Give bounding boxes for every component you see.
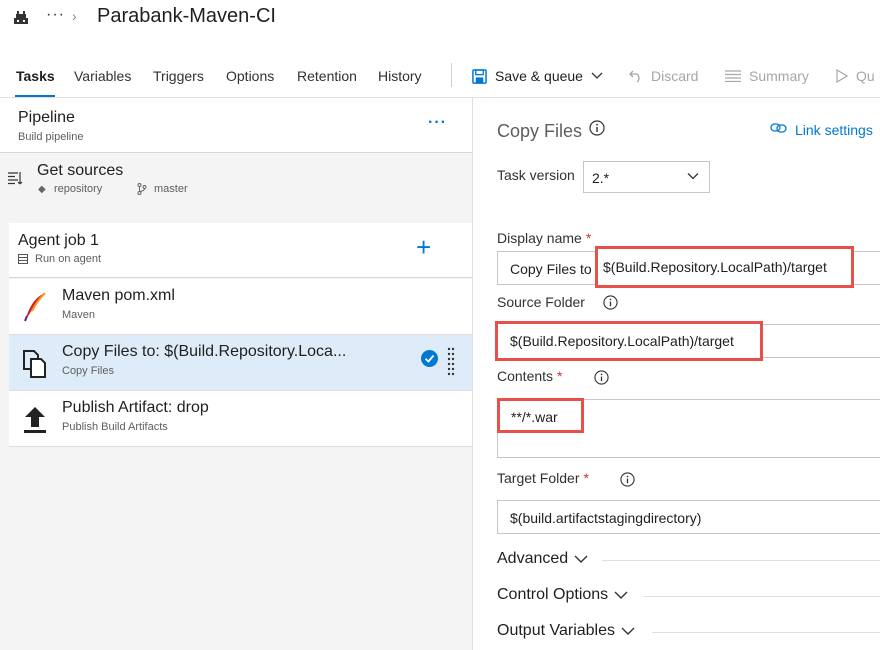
copy-files-icon: [23, 350, 46, 378]
save-and-queue-label: Save & queue: [495, 68, 583, 84]
required-marker: *: [557, 368, 563, 384]
task-title: Maven pom.xml: [62, 287, 175, 304]
task-title: Publish Artifact: drop: [62, 399, 209, 416]
section-advanced-label: Advanced: [497, 550, 569, 567]
discard-label: Discard: [651, 68, 699, 84]
agent-job-title: Agent job 1: [18, 232, 99, 249]
task-version-value: 2.*: [592, 170, 610, 186]
contents-label: Contents *: [497, 368, 563, 384]
pipeline-more-icon[interactable]: ···: [428, 114, 447, 132]
section-control-options-label: Control Options: [497, 586, 609, 603]
chevron-down-icon: [614, 591, 628, 599]
source-folder-value: $(Build.Repository.LocalPath)/target: [510, 333, 734, 349]
get-sources-repo: repository: [54, 183, 103, 195]
build-pipeline-icon: [14, 11, 28, 24]
chevron-down-icon: [687, 173, 699, 180]
task-version-label: Task version: [497, 167, 575, 183]
section-divider: [602, 560, 880, 561]
target-folder-value: $(build.artifactstagingdirectory): [510, 510, 702, 526]
page-title: Parabank-Maven-CI: [97, 5, 276, 27]
save-icon: [472, 68, 487, 84]
queue-button[interactable]: Qu: [836, 68, 875, 84]
agent-server-icon: [18, 254, 28, 264]
tab-variables[interactable]: Variables: [74, 68, 131, 84]
more-actions-icon[interactable]: ···: [46, 6, 65, 24]
task-subtitle: Copy Files: [62, 365, 114, 377]
task-subtitle: Publish Build Artifacts: [62, 421, 168, 433]
play-icon: [836, 69, 848, 83]
discard-button[interactable]: Discard: [629, 68, 698, 84]
task-item-maven[interactable]: Maven pom.xml Maven: [9, 279, 472, 335]
pipeline-title: Pipeline: [18, 109, 75, 126]
target-folder-label: Target Folder *: [497, 470, 589, 486]
chevron-down-icon: [574, 555, 588, 563]
repository-icon: ◆: [38, 184, 46, 195]
add-task-icon[interactable]: +: [416, 234, 431, 260]
required-marker: *: [583, 470, 589, 486]
source-folder-highlight: $(Build.Repository.LocalPath)/target: [495, 321, 763, 361]
task-item-copy-files[interactable]: Copy Files to: $(Build.Repository.Loca..…: [9, 335, 472, 391]
required-marker: *: [585, 230, 592, 246]
summary-button[interactable]: Summary: [725, 68, 809, 84]
pipeline-subtitle: Build pipeline: [18, 131, 84, 143]
enabled-check-icon: [421, 350, 438, 367]
task-subtitle: Maven: [62, 309, 96, 321]
section-divider: [652, 632, 880, 633]
section-divider: [644, 596, 880, 597]
summary-list-icon: [725, 70, 741, 82]
task-version-select[interactable]: 2.*: [583, 161, 710, 193]
get-sources-title[interactable]: Get sources: [37, 162, 123, 180]
display-name-value: $(Build.Repository.LocalPath)/target: [603, 259, 827, 275]
queue-label: Qu: [856, 68, 875, 84]
chevron-down-icon: [621, 627, 635, 635]
task-details-title: Copy Files: [497, 121, 583, 141]
target-folder-input[interactable]: $(build.artifactstagingdirectory): [497, 500, 880, 534]
source-folder-info-icon[interactable]: [603, 295, 618, 310]
drag-handle-icon[interactable]: [447, 347, 455, 377]
section-advanced[interactable]: Advanced: [497, 550, 588, 568]
tab-triggers[interactable]: Triggers: [153, 68, 204, 84]
contents-info-icon[interactable]: [594, 370, 609, 385]
tab-tasks[interactable]: Tasks: [16, 68, 55, 84]
info-icon[interactable]: [589, 120, 605, 136]
save-and-queue-button[interactable]: Save & queue: [472, 68, 603, 84]
display-name-highlight: $(Build.Repository.LocalPath)/target: [595, 246, 854, 288]
task-title: Copy Files to: $(Build.Repository.Loca..…: [62, 343, 347, 360]
target-folder-info-icon[interactable]: [620, 472, 635, 487]
link-icon: [770, 123, 787, 133]
section-control-options[interactable]: Control Options: [497, 586, 628, 604]
toolbar-divider: [451, 63, 452, 87]
link-settings-link[interactable]: Link settings: [795, 122, 873, 138]
maven-feather-icon: [24, 292, 46, 322]
source-folder-label: Source Folder: [497, 294, 585, 310]
tab-retention[interactable]: Retention: [297, 68, 357, 84]
breadcrumb-chevron-icon: ›: [72, 8, 77, 24]
contents-highlight: **/*.war: [497, 398, 584, 433]
summary-label: Summary: [749, 68, 809, 84]
tab-history[interactable]: History: [378, 68, 422, 84]
task-item-publish-artifact[interactable]: Publish Artifact: drop Publish Build Art…: [9, 391, 472, 447]
branch-icon: [137, 183, 147, 195]
agent-job-subtitle: Run on agent: [35, 253, 102, 265]
chevron-down-icon: [591, 72, 603, 79]
section-output-variables-label: Output Variables: [497, 622, 615, 639]
publish-upload-icon: [24, 407, 46, 433]
display-name-prefix: Copy Files to: [510, 261, 592, 277]
get-sources-icon: [8, 172, 23, 185]
display-name-label: Display name *: [497, 230, 592, 246]
section-output-variables[interactable]: Output Variables: [497, 622, 635, 640]
contents-value: **/*.war: [511, 409, 558, 425]
get-sources-branch: master: [154, 183, 188, 195]
undo-icon: [629, 70, 640, 83]
tab-options[interactable]: Options: [226, 68, 274, 84]
